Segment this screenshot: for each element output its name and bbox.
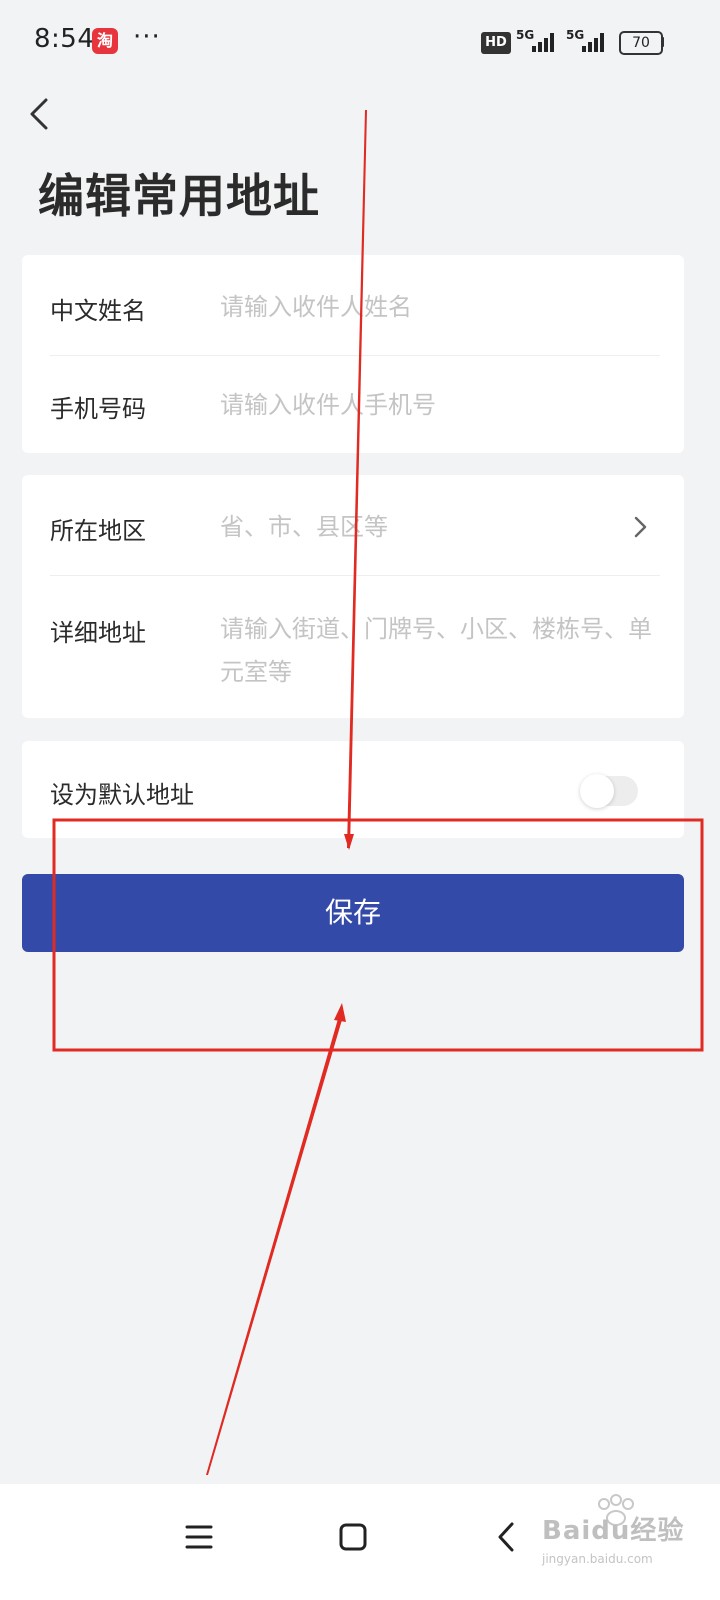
back-button[interactable] bbox=[18, 92, 62, 136]
baidu-jingyan-watermark: Baidu经验 jingyan.baidu.com bbox=[538, 1494, 698, 1584]
default-address-toggle[interactable] bbox=[580, 774, 638, 808]
arrow-up-head bbox=[334, 1003, 346, 1022]
default-address-label: 设为默认地址 bbox=[50, 781, 194, 809]
page-title: 编辑常用地址 bbox=[38, 169, 320, 223]
watermark-site: jingyan.baidu.com bbox=[542, 1552, 653, 1566]
detail-address-input[interactable] bbox=[220, 608, 652, 698]
menu-button[interactable] bbox=[170, 1508, 230, 1568]
menu-icon bbox=[185, 1525, 213, 1549]
watermark-brand: Baidu经验 bbox=[542, 1516, 685, 1546]
nav-back-button[interactable] bbox=[476, 1508, 536, 1568]
hd-voice-icon: HD bbox=[481, 32, 511, 54]
phone-label: 手机号码 bbox=[50, 395, 146, 423]
name-row: 中文姓名 bbox=[22, 255, 684, 355]
detail-address-row: 详细地址 bbox=[22, 575, 684, 718]
detail-address-label: 详细地址 bbox=[50, 619, 146, 647]
region-label: 所在地区 bbox=[50, 517, 146, 545]
status-bar: 8:54 淘 ··· HD 5G 5G 70 bbox=[0, 0, 720, 84]
region-row[interactable]: 所在地区 bbox=[22, 475, 684, 575]
chevron-left-icon bbox=[30, 98, 48, 130]
signal-strength-icon-2: 5G bbox=[566, 28, 612, 54]
name-label: 中文姓名 bbox=[50, 297, 146, 325]
address-card: 所在地区 详细地址 bbox=[22, 475, 684, 718]
chevron-right-icon bbox=[634, 516, 647, 538]
home-button[interactable] bbox=[322, 1508, 382, 1568]
arrow-up-line bbox=[206, 1012, 344, 1475]
home-square-icon bbox=[339, 1523, 367, 1551]
region-select[interactable] bbox=[220, 511, 600, 543]
taobao-app-icon: 淘 bbox=[92, 28, 118, 54]
battery-tip bbox=[661, 37, 664, 47]
battery-icon: 70 bbox=[619, 31, 663, 55]
phone-row: 手机号码 bbox=[22, 355, 684, 453]
more-notifications-icon: ··· bbox=[133, 22, 161, 52]
contact-card: 中文姓名 手机号码 bbox=[22, 255, 684, 453]
name-input[interactable] bbox=[220, 291, 650, 323]
status-time: 8:54 bbox=[34, 24, 95, 54]
back-arrow-icon bbox=[498, 1522, 514, 1552]
save-button[interactable]: 保存 bbox=[22, 874, 684, 952]
default-address-card: 设为默认地址 bbox=[22, 741, 684, 838]
phone-input[interactable] bbox=[220, 389, 650, 421]
signal-strength-icon-1: 5G bbox=[516, 28, 562, 54]
toggle-knob bbox=[580, 774, 614, 808]
